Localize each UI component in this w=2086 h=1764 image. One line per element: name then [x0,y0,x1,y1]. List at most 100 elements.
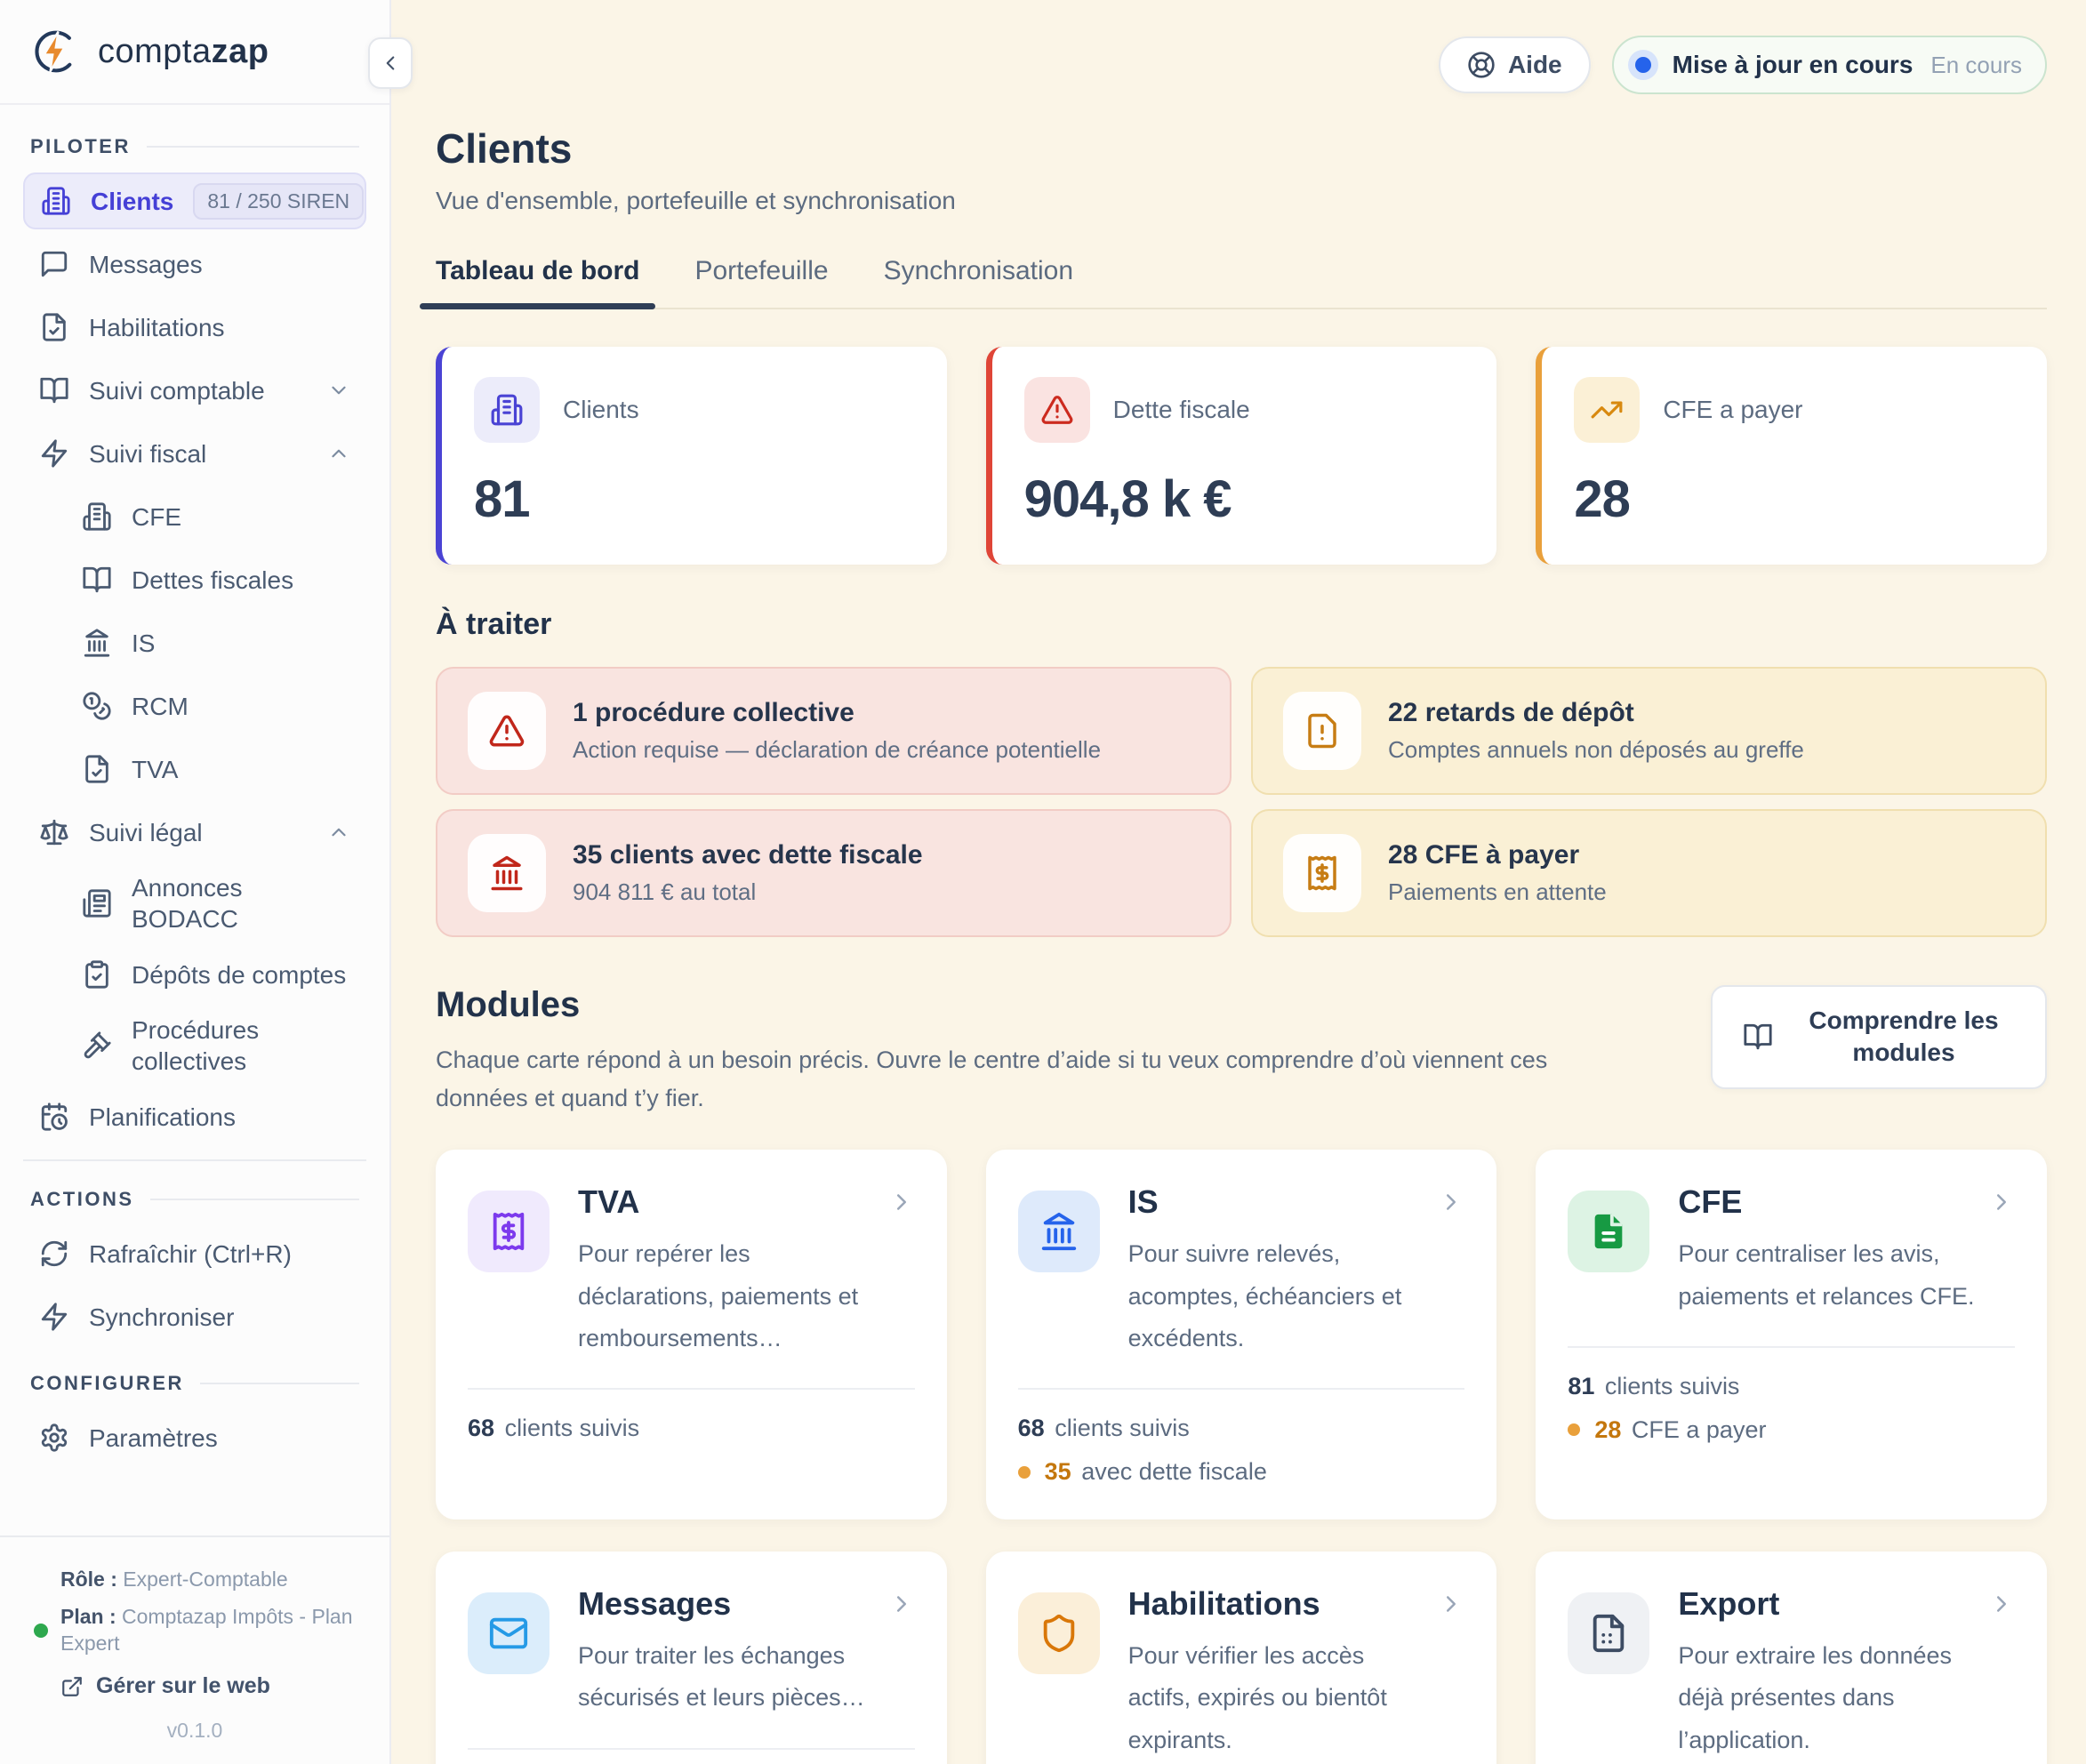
sidebar-item-rcm[interactable]: RCM [23,678,366,734]
mail-icon [488,1613,529,1654]
chevron-up-icon [327,821,350,844]
stat-label: Clients [563,396,639,424]
role-line: Rôle : Expert-Comptable [60,1568,356,1592]
module-card-head: Messages Pour traiter les échanges sécur… [468,1585,915,1720]
modules-header-text: Modules Chaque carte répond à un besoin … [436,985,1618,1118]
brand-name: comptazap [98,33,269,71]
module-card-is[interactable]: IS Pour suivre relevés, acomptes, échéan… [986,1150,1497,1519]
chevron-right-icon [888,1591,915,1617]
status-dot [1635,57,1651,73]
sidebar-item-habilitations[interactable]: Habilitations [23,299,366,356]
module-iconbox [1568,1592,1649,1674]
sidebar-item-label: Planifications [89,1102,236,1133]
sidebar-item-is[interactable]: IS [23,614,366,671]
sidebar-item-tva[interactable]: TVA [23,741,366,798]
module-stat-label: clients suivis [1055,1415,1190,1441]
sidebar-item-label: Rafraîchir (Ctrl+R) [89,1239,292,1270]
sidebar-item-label: Suivi fiscal [89,438,206,469]
brand-name-regular: compta [98,33,212,70]
module-title: CFE [1678,1183,2015,1221]
file-data-icon [1588,1613,1629,1654]
sidebar-collapse-button[interactable] [368,37,413,89]
module-stat-label: clients suivis [505,1415,640,1441]
tab-bar: Tableau de bord Portefeuille Synchronisa… [436,256,2047,309]
zap-icon [39,438,69,469]
newspaper-icon [82,888,112,918]
brand-name-bold: zap [212,33,269,70]
sidebar-item-clients[interactable]: Clients 81 / 250 SIREN [23,172,366,229]
plan-label: Plan : [60,1605,116,1628]
module-alert-label: avec dette fiscale [1081,1458,1267,1485]
module-card-head: IS Pour suivre relevés, acomptes, échéan… [1018,1183,1465,1359]
chevron-right-icon [1988,1591,2015,1617]
sidebar-item-messages[interactable]: Messages [23,236,366,293]
sidebar: comptazap PILOTER Clients 81 / 250 SIREN… [0,0,391,1764]
module-description: Pour vérifier les accès actifs, expirés … [1128,1635,1465,1761]
alert-cfe-a-payer[interactable]: 28 CFE à payer Paiements en attente [1251,809,2047,937]
sidebar-item-label: IS [132,628,155,659]
book-open-icon [1743,1022,1773,1052]
module-divider [1568,1346,2015,1348]
sidebar-action-rafraichir[interactable]: Rafraîchir (Ctrl+R) [23,1225,366,1282]
sidebar-item-suivi-fiscal[interactable]: Suivi fiscal [23,425,366,482]
sidebar-item-parametres[interactable]: Paramètres [23,1409,366,1466]
sidebar-item-annonces-bodacc[interactable]: Annonces BODACC [23,867,366,940]
stat-card-clients: Clients 81 [436,347,947,565]
sidebar-item-label: Synchroniser [89,1302,234,1333]
sidebar-item-label: Habilitations [89,312,225,343]
sidebar-item-depots-de-comptes[interactable]: Dépôts de comptes [23,946,366,1003]
building-icon [490,393,524,427]
module-card-tva[interactable]: TVA Pour repérer les déclarations, paiem… [436,1150,947,1519]
update-status-badge: En cours [1930,52,2022,79]
modules-description: Chaque carte répond à un besoin précis. … [436,1041,1618,1118]
landmark-icon [82,628,112,658]
sidebar-footer: Rôle : Expert-Comptable Plan : Comptazap… [0,1535,389,1764]
manage-on-web-link[interactable]: Gérer sur le web [60,1673,356,1699]
stat-iconbox [1024,377,1090,443]
module-card-text: CFE Pour centraliser les avis, paiements… [1678,1183,2015,1318]
module-card-head: Export Pour extraire les données déjà pr… [1568,1585,2015,1761]
stat-iconbox [1574,377,1640,443]
alert-clients-dette-fiscale[interactable]: 35 clients avec dette fiscale 904 811 € … [436,809,1232,937]
section-label-piloter: PILOTER [30,135,359,158]
sidebar-item-suivi-comptable[interactable]: Suivi comptable [23,362,366,419]
receipt-icon [488,1211,529,1252]
receipt-icon [1304,854,1341,892]
module-description: Pour suivre relevés, acomptes, échéancie… [1128,1233,1465,1359]
sidebar-action-synchroniser[interactable]: Synchroniser [23,1288,366,1345]
sidebar-item-label: Messages [89,249,203,280]
status-dot-icon [1628,50,1658,80]
alert-body: 35 clients avec dette fiscale 904 811 € … [573,840,923,906]
sidebar-item-label: TVA [132,754,178,785]
tab-tableau-de-bord[interactable]: Tableau de bord [436,256,639,308]
module-card-habilitations[interactable]: Habilitations Pour vérifier les accès ac… [986,1552,1497,1764]
sidebar-item-dettes-fiscales[interactable]: Dettes fiscales [23,551,366,608]
understand-modules-button[interactable]: Comprendre les modules [1711,985,2047,1089]
module-card-head: TVA Pour repérer les déclarations, paiem… [468,1183,915,1359]
module-divider [1018,1388,1465,1390]
alert-retards-de-depot[interactable]: 22 retards de dépôt Comptes annuels non … [1251,667,2047,795]
stats-row: Clients 81 Dette fiscale 904,8 k € CFE a… [436,347,2047,565]
module-alert-label: CFE a payer [1632,1416,1767,1443]
sidebar-item-cfe[interactable]: CFE [23,488,366,545]
module-card-cfe[interactable]: CFE Pour centraliser les avis, paiements… [1536,1150,2047,1519]
module-stat-value: 68 [468,1415,494,1441]
sidebar-item-procedures-collectives[interactable]: Procédures collectives [23,1009,366,1082]
stat-card-cfe-a-payer: CFE a payer 28 [1536,347,2047,565]
sidebar-nav: PILOTER Clients 81 / 250 SIREN Messages … [0,105,389,1535]
sidebar-item-suivi-legal[interactable]: Suivi légal [23,804,366,861]
help-label: Aide [1508,51,1562,79]
module-divider [468,1748,915,1750]
chevron-up-icon [327,442,350,465]
sidebar-item-planifications[interactable]: Planifications [23,1088,366,1145]
tab-portefeuille[interactable]: Portefeuille [694,256,828,308]
tab-synchronisation[interactable]: Synchronisation [884,256,1073,308]
module-card-export[interactable]: Export Pour extraire les données déjà pr… [1536,1552,2047,1764]
module-card-messages[interactable]: Messages Pour traiter les échanges sécur… [436,1552,947,1764]
alert-subtitle: Comptes annuels non déposés au greffe [1388,736,1804,764]
help-button[interactable]: Aide [1439,36,1591,93]
update-status-pill[interactable]: Mise à jour en cours En cours [1612,36,2047,94]
alert-procedure-collective[interactable]: 1 procédure collective Action requise — … [436,667,1232,795]
alert-triangle-icon [1040,393,1074,427]
chevron-right-icon [1438,1591,1464,1617]
